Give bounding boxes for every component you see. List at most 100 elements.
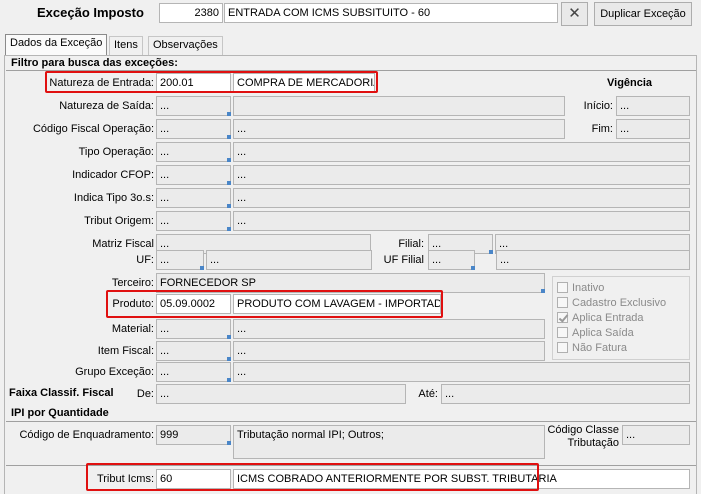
indicador-cfop-label: Indicador CFOP: bbox=[72, 169, 154, 181]
indica-tipo-desc[interactable]: ... bbox=[233, 188, 690, 208]
checkbox-icon bbox=[557, 282, 568, 293]
lookup-handle-icon bbox=[227, 227, 231, 231]
indicador-cfop-desc[interactable]: ... bbox=[233, 165, 690, 185]
checkbox-icon bbox=[557, 297, 568, 308]
lookup-handle-icon bbox=[471, 266, 475, 270]
lookup-handle-icon bbox=[541, 289, 545, 293]
aplica-entrada-checkbox[interactable]: Aplica Entrada bbox=[557, 311, 644, 326]
inativo-label: Inativo bbox=[572, 282, 605, 294]
tipo-operacao-label: Tipo Operação: bbox=[78, 146, 154, 158]
indicador-cfop-code[interactable]: ... bbox=[156, 165, 231, 185]
natureza-entrada-code[interactable]: 200.01 bbox=[156, 73, 231, 93]
lookup-handle-icon bbox=[227, 204, 231, 208]
uf-code[interactable]: ... bbox=[156, 250, 204, 270]
indica-tipo-label: Indica Tipo 3o.s: bbox=[73, 192, 154, 204]
lookup-handle-icon bbox=[227, 135, 231, 139]
duplicate-exception-button[interactable]: Duplicar Exceção bbox=[594, 2, 692, 26]
exception-description-field[interactable]: ENTRADA COM ICMS SUBSITUITO - 60 bbox=[224, 3, 558, 23]
cod-classe-label-1: Código Classe bbox=[547, 424, 619, 436]
tribut-icms-code[interactable]: 60 bbox=[156, 469, 231, 489]
inicio-label: Início: bbox=[583, 100, 613, 112]
section-divider bbox=[6, 70, 696, 71]
cfop-operacao-label: Código Fiscal Operação: bbox=[32, 123, 154, 135]
tribut-origem-desc[interactable]: ... bbox=[233, 211, 690, 231]
tipo-operacao-desc[interactable]: ... bbox=[233, 142, 690, 162]
grupo-excecao-label: Grupo Exceção: bbox=[75, 366, 154, 378]
faixa-title: Faixa Classif. Fiscal bbox=[9, 387, 114, 399]
exception-code-field[interactable]: 2380 bbox=[159, 3, 223, 23]
lookup-handle-icon bbox=[227, 335, 231, 339]
tipo-operacao-code[interactable]: ... bbox=[156, 142, 231, 162]
material-desc[interactable]: ... bbox=[233, 319, 545, 339]
produto-desc[interactable]: PRODUTO COM LAVAGEM - IMPORTADO bbox=[233, 294, 441, 314]
matriz-fiscal-label: Matriz Fiscal bbox=[92, 238, 154, 250]
material-code[interactable]: ... bbox=[156, 319, 231, 339]
filial-label: Filial: bbox=[398, 238, 424, 250]
tab-observacoes[interactable]: Observações bbox=[148, 36, 223, 55]
cadastro-exclusivo-checkbox[interactable]: Cadastro Exclusivo bbox=[557, 296, 666, 311]
tribut-origem-label: Tribut Origem: bbox=[84, 215, 154, 227]
grupo-excecao-code[interactable]: ... bbox=[156, 362, 231, 382]
inicio-field[interactable]: ... bbox=[616, 96, 690, 116]
faixa-ate-label: Até: bbox=[418, 388, 438, 400]
tribut-icms-label: Tribut Icms: bbox=[96, 473, 154, 485]
cfop-operacao-code[interactable]: ... bbox=[156, 119, 231, 139]
icms-divider bbox=[6, 465, 696, 466]
filter-section-title: Filtro para busca das exceções: bbox=[11, 57, 178, 69]
aplica-saida-checkbox[interactable]: Aplica Saída bbox=[557, 326, 634, 341]
tab-dados-excecao[interactable]: Dados da Exceção bbox=[5, 34, 108, 55]
produto-code[interactable]: 05.09.0002 bbox=[156, 294, 231, 314]
close-icon: ✕ bbox=[568, 5, 581, 22]
tab-itens[interactable]: Itens bbox=[109, 36, 143, 55]
cfop-operacao-desc[interactable]: ... bbox=[233, 119, 565, 139]
aplica-saida-label: Aplica Saída bbox=[572, 327, 634, 339]
faixa-de-label: De: bbox=[136, 388, 154, 400]
tribut-icms-desc[interactable]: ICMS COBRADO ANTERIORMENTE POR SUBST. TR… bbox=[233, 469, 690, 489]
lookup-handle-icon bbox=[227, 441, 231, 445]
lookup-handle-icon bbox=[227, 181, 231, 185]
uf-filial-code[interactable]: ... bbox=[428, 250, 475, 270]
clear-button[interactable]: ✕ bbox=[561, 2, 588, 26]
uf-filial-label: UF Filial bbox=[383, 254, 424, 266]
fim-label: Fim: bbox=[591, 123, 613, 135]
material-label: Material: bbox=[111, 323, 154, 335]
tribut-origem-code[interactable]: ... bbox=[156, 211, 231, 231]
lookup-handle-icon bbox=[200, 266, 204, 270]
faixa-de-field[interactable]: ... bbox=[156, 384, 406, 404]
cod-enquadramento-code[interactable]: 999 bbox=[156, 425, 231, 445]
checkbox-checked-icon bbox=[557, 312, 568, 323]
nao-fatura-checkbox[interactable]: Não Fatura bbox=[557, 341, 627, 356]
item-fiscal-code[interactable]: ... bbox=[156, 341, 231, 361]
cod-enquadramento-label: Código de Enquadramento: bbox=[19, 429, 154, 441]
item-fiscal-label: Item Fiscal: bbox=[97, 345, 154, 357]
lookup-handle-icon bbox=[489, 250, 493, 254]
inativo-checkbox[interactable]: Inativo bbox=[557, 281, 604, 296]
uf-filial-desc[interactable]: ... bbox=[496, 250, 690, 270]
ipi-section-title: IPI por Quantidade bbox=[11, 407, 109, 419]
lookup-handle-icon bbox=[227, 357, 231, 361]
natureza-saida-label: Natureza de Saída: bbox=[59, 100, 154, 112]
indica-tipo-code[interactable]: ... bbox=[156, 188, 231, 208]
cod-classe-label-2: Tributação bbox=[567, 437, 619, 449]
lookup-handle-icon bbox=[227, 112, 231, 116]
checkbox-icon bbox=[557, 327, 568, 338]
grupo-excecao-desc[interactable]: ... bbox=[233, 362, 690, 382]
uf-label: UF: bbox=[136, 254, 154, 266]
uf-desc[interactable]: ... bbox=[206, 250, 372, 270]
nao-fatura-label: Não Fatura bbox=[572, 342, 628, 354]
cod-classe-field[interactable]: ... bbox=[622, 425, 690, 445]
aplica-entrada-label: Aplica Entrada bbox=[572, 312, 644, 324]
ipi-divider bbox=[6, 421, 696, 422]
fim-field[interactable]: ... bbox=[616, 119, 690, 139]
cadastro-exclusivo-label: Cadastro Exclusivo bbox=[572, 297, 667, 309]
item-fiscal-desc[interactable]: ... bbox=[233, 341, 545, 361]
cod-enquadramento-desc[interactable]: Tributação normal IPI; Outros; bbox=[233, 425, 545, 459]
natureza-saida-desc[interactable] bbox=[233, 96, 565, 116]
natureza-entrada-desc[interactable]: COMPRA DE MERCADORIA bbox=[233, 73, 375, 93]
terceiro-field[interactable]: FORNECEDOR SP bbox=[156, 273, 545, 293]
faixa-ate-field[interactable]: ... bbox=[441, 384, 690, 404]
checkbox-icon bbox=[557, 342, 568, 353]
natureza-saida-code[interactable]: ... bbox=[156, 96, 231, 116]
produto-label: Produto: bbox=[112, 298, 154, 310]
terceiro-label: Terceiro: bbox=[111, 277, 154, 289]
